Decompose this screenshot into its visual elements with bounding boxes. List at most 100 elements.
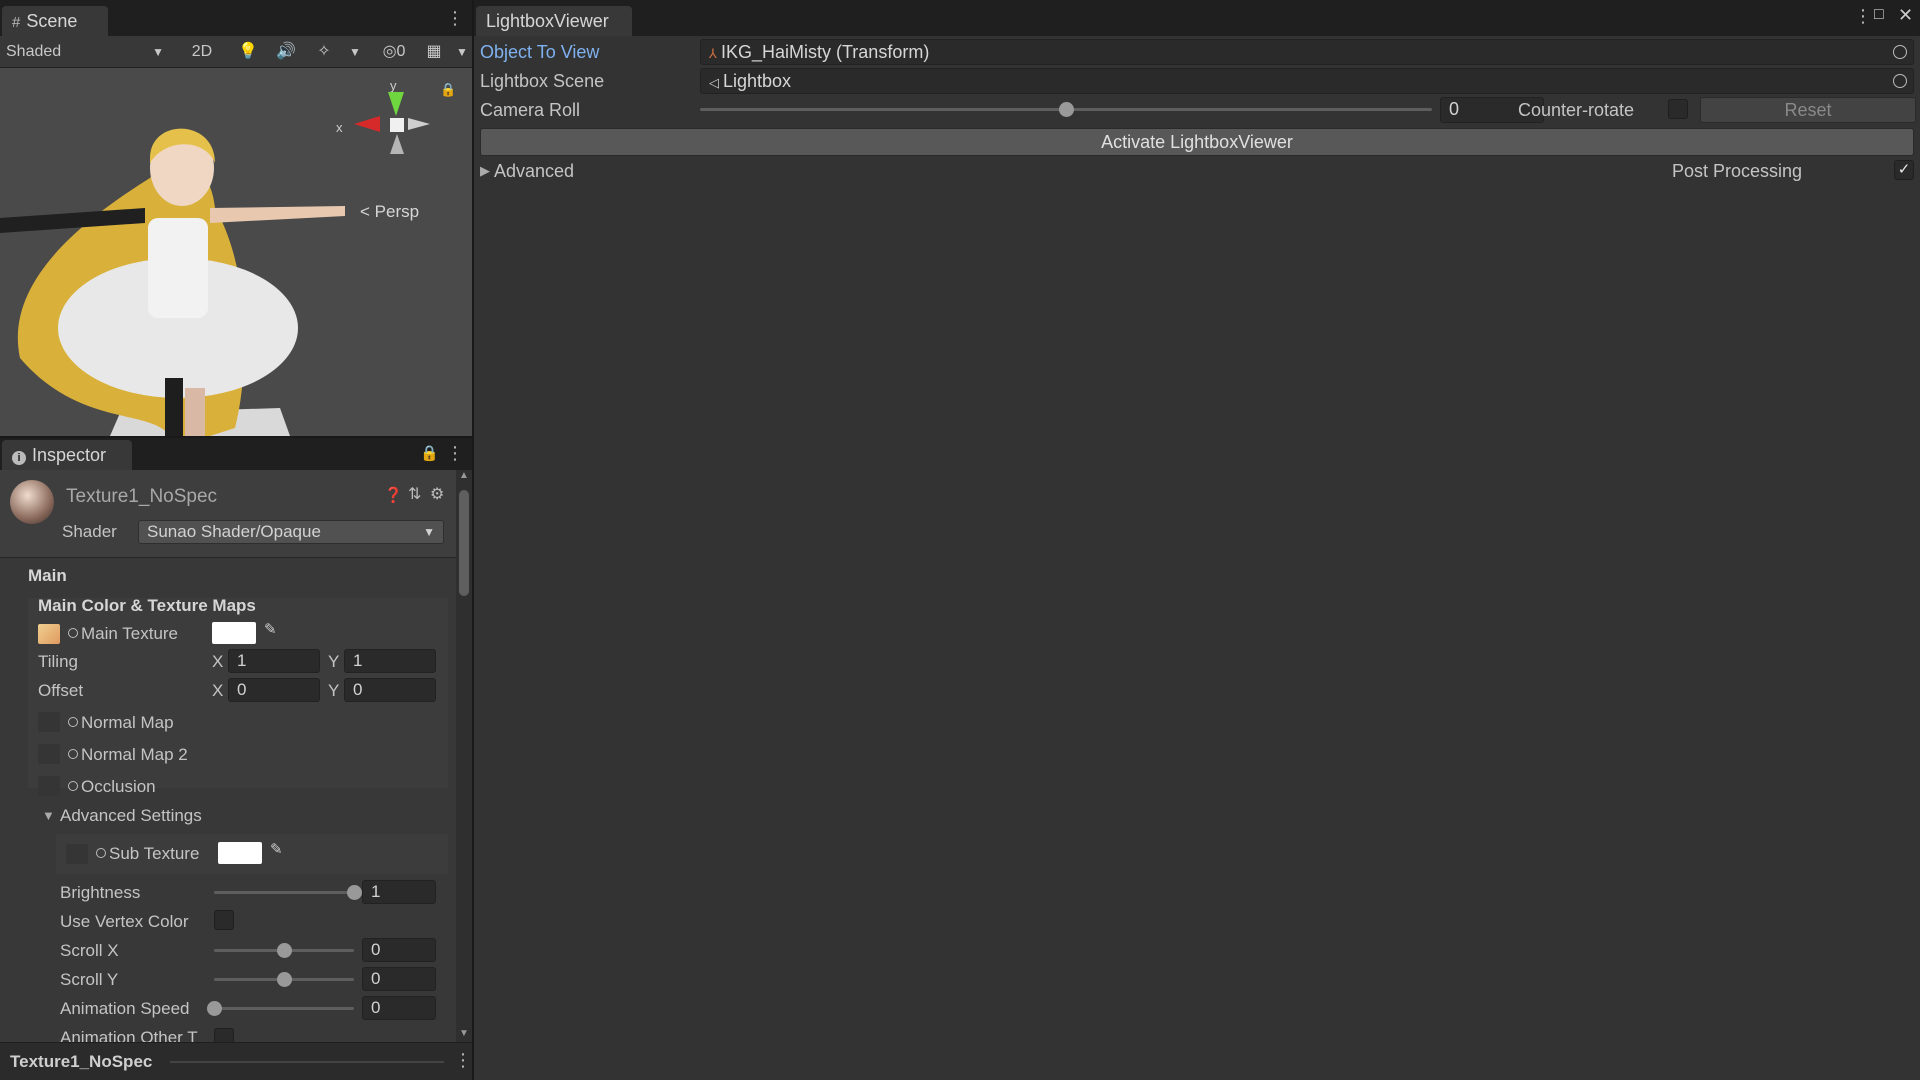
- object-to-view-field[interactable]: ⅄ IKG_HaiMisty (Transform): [700, 39, 1914, 65]
- sub-color-swatch[interactable]: [218, 842, 262, 864]
- presets-icon[interactable]: ⇅: [408, 484, 421, 504]
- scroll-down-icon[interactable]: ▼: [459, 1028, 469, 1039]
- scroll-x-slider-knob[interactable]: [277, 943, 292, 958]
- tab-inspector-label: Inspector: [32, 445, 107, 465]
- normal-map-thumbnail[interactable]: [38, 712, 60, 732]
- scroll-x-input[interactable]: 0: [362, 938, 436, 962]
- object-picker-icon: [68, 627, 78, 638]
- animation-speed-slider-knob[interactable]: [207, 1001, 222, 1016]
- help-icon[interactable]: ❓: [384, 486, 403, 504]
- advanced-settings-foldout[interactable]: Advanced Settings: [60, 806, 202, 826]
- more-options-icon[interactable]: ⋮: [454, 1050, 472, 1071]
- expand-triangle-icon[interactable]: ▼: [42, 808, 55, 823]
- eyedropper-icon[interactable]: ✎: [270, 840, 283, 858]
- tab-scene[interactable]: # Scene: [2, 6, 108, 36]
- gizmo-x-axis: [354, 116, 380, 132]
- material-header: Texture1_NoSpec ❓ ⇅ ⚙ Shader Sunao Shade…: [0, 470, 456, 558]
- shader-dropdown[interactable]: Sunao Shader/Opaque ▼: [138, 520, 444, 544]
- scene-viewport[interactable]: y x 🔒 < Persp: [0, 68, 472, 436]
- close-icon[interactable]: ✕: [1898, 5, 1913, 26]
- offset-x-input[interactable]: 0: [228, 678, 320, 702]
- preview-title: Texture1_NoSpec: [10, 1052, 153, 1071]
- grid-dropdown-icon[interactable]: ▼: [454, 40, 470, 64]
- post-processing-checkbox[interactable]: ✓: [1894, 160, 1914, 180]
- reset-button[interactable]: Reset: [1700, 97, 1916, 123]
- more-options-icon[interactable]: ⋮: [446, 443, 464, 464]
- tab-lightbox-viewer[interactable]: LightboxViewer: [476, 6, 632, 36]
- gizmo-center[interactable]: [390, 118, 404, 132]
- transform-icon: ⅄: [709, 46, 717, 61]
- scene-tabbar: # Scene ⋮: [0, 0, 472, 36]
- main-color-swatch[interactable]: [212, 622, 256, 644]
- shading-mode-dropdown[interactable]: Shaded ▼: [4, 40, 170, 64]
- perspective-icon: <: [360, 202, 370, 221]
- hidden-objects-button[interactable]: ◎0: [374, 40, 414, 64]
- sub-texture-label: Sub Texture: [96, 844, 199, 864]
- tab-scene-label: Scene: [26, 11, 78, 31]
- animation-speed-input[interactable]: 0: [362, 996, 436, 1020]
- grid-toggle-icon[interactable]: ▦: [422, 40, 446, 64]
- scroll-y-input[interactable]: 0: [362, 967, 436, 991]
- counter-rotate-checkbox[interactable]: [1668, 99, 1688, 119]
- projection-toggle[interactable]: < Persp: [360, 202, 419, 222]
- preview-drag-handle[interactable]: [170, 1061, 444, 1063]
- offset-y-input[interactable]: 0: [344, 678, 436, 702]
- more-options-icon[interactable]: ⋮: [1854, 6, 1872, 27]
- gizmo-neg-y-axis: [390, 134, 404, 154]
- inspector-scrollbar[interactable]: ▲ ▼: [456, 470, 472, 1042]
- normal-map-label: Normal Map: [68, 713, 174, 733]
- toggle-2d-label: 2D: [191, 43, 213, 60]
- object-to-view-label: Object To View: [480, 42, 600, 62]
- scene-asset-icon: ◁: [709, 75, 719, 90]
- more-options-icon[interactable]: ⋮: [446, 8, 464, 29]
- brightness-slider-knob[interactable]: [347, 885, 362, 900]
- scroll-y-slider-knob[interactable]: [277, 972, 292, 987]
- counter-rotate-label: Counter-rotate: [1518, 100, 1635, 120]
- shader-label: Shader: [62, 522, 117, 541]
- advanced-foldout[interactable]: Advanced: [494, 161, 574, 182]
- tiling-x-input[interactable]: 1: [228, 649, 320, 673]
- brightness-input[interactable]: 1: [362, 880, 436, 904]
- normal-map2-thumbnail[interactable]: [38, 744, 60, 764]
- main-texture-label: Main Texture: [68, 624, 178, 644]
- gear-icon[interactable]: ⚙: [430, 484, 444, 504]
- offset-y-axis: Y: [328, 681, 340, 700]
- animation-speed-slider[interactable]: [214, 1007, 354, 1010]
- brightness-slider[interactable]: [214, 891, 354, 894]
- scroll-up-icon[interactable]: ▲: [459, 470, 469, 481]
- occlusion-thumbnail[interactable]: [38, 776, 60, 796]
- eyedropper-icon[interactable]: ✎: [264, 620, 277, 638]
- sub-texture-thumbnail[interactable]: [66, 844, 88, 864]
- tab-inspector[interactable]: i Inspector: [2, 440, 132, 470]
- lightbox-scene-label: Lightbox Scene: [480, 71, 605, 91]
- maximize-icon[interactable]: □: [1874, 6, 1884, 24]
- object-picker-icon[interactable]: [1893, 74, 1907, 88]
- lock-icon[interactable]: 🔒: [440, 82, 456, 98]
- lock-icon[interactable]: 🔒: [420, 444, 439, 462]
- scrollbar-thumb[interactable]: [459, 490, 469, 596]
- effects-icon[interactable]: ✧: [312, 40, 336, 64]
- checkmark-icon: ✓: [1897, 161, 1911, 178]
- lighting-icon[interactable]: 💡: [236, 40, 260, 64]
- lightbox-scene-value: Lightbox: [723, 71, 792, 91]
- camera-roll-slider-knob[interactable]: [1059, 102, 1074, 117]
- toggle-2d-button[interactable]: 2D: [186, 40, 218, 64]
- tiling-y-axis: Y: [328, 652, 340, 671]
- main-texture-thumbnail[interactable]: [38, 624, 60, 644]
- lightbox-scene-field[interactable]: ◁ Lightbox: [700, 68, 1914, 94]
- use-vertex-color-checkbox[interactable]: [214, 910, 234, 930]
- eye-off-icon: ◎: [382, 43, 397, 60]
- gizmo-z-axis: [408, 118, 430, 130]
- effects-dropdown-icon[interactable]: ▼: [346, 40, 364, 64]
- brightness-label: Brightness: [60, 883, 141, 902]
- activate-lightbox-button[interactable]: Activate LightboxViewer: [480, 128, 1914, 156]
- object-picker-icon[interactable]: [1893, 45, 1907, 59]
- audio-icon[interactable]: 🔊: [274, 40, 298, 64]
- lightbox-panel: LightboxViewer ⋮ □ ✕ Object To View ⅄ IKG…: [474, 0, 1920, 1080]
- camera-roll-label: Camera Roll: [480, 100, 581, 120]
- offset-x-axis: X: [212, 681, 224, 700]
- tiling-y-input[interactable]: 1: [344, 649, 436, 673]
- collapse-triangle-icon[interactable]: ▶: [480, 163, 490, 179]
- post-processing-label: Post Processing: [1672, 161, 1803, 181]
- scroll-x-label: Scroll X: [60, 941, 119, 960]
